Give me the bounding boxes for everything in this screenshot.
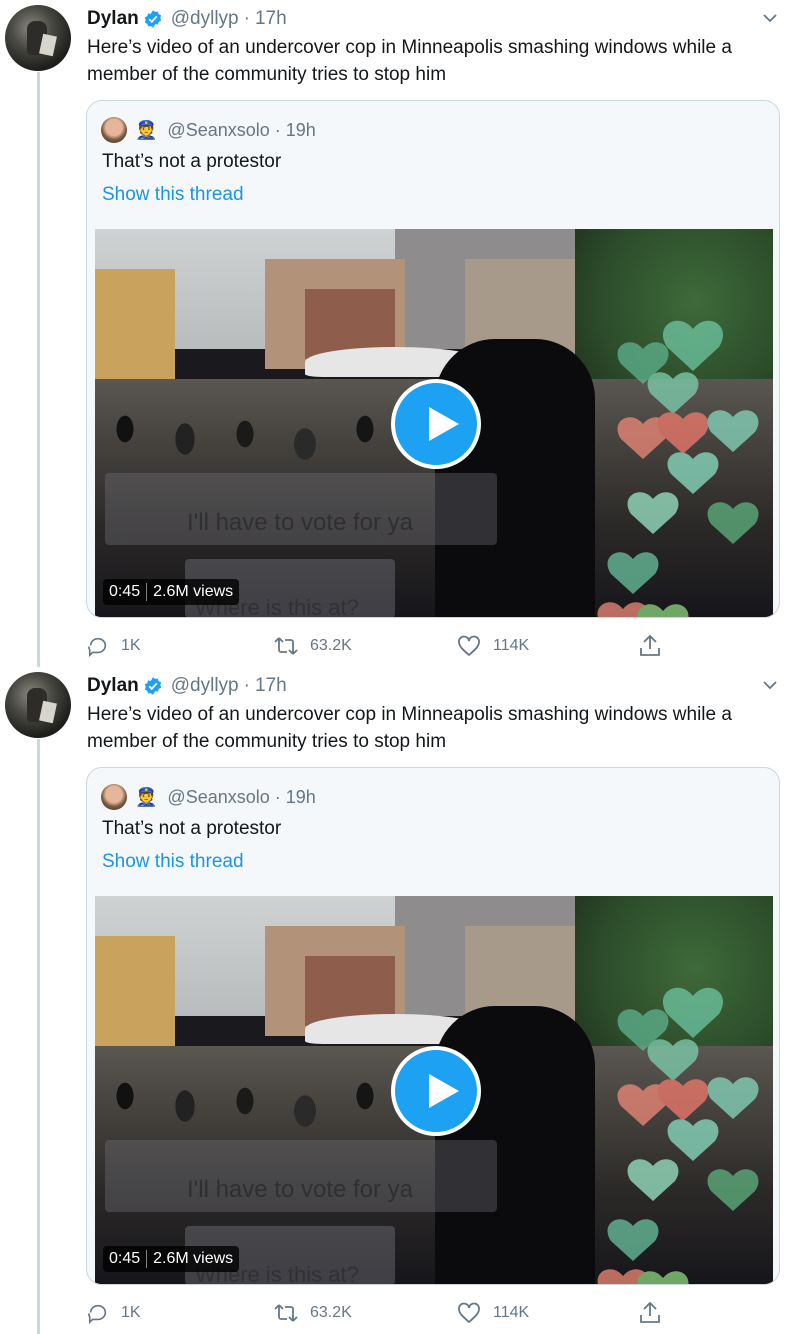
separator: · bbox=[274, 786, 281, 807]
share-icon bbox=[640, 1301, 660, 1323]
tweet-actions: 1K 63.2K 114K bbox=[87, 632, 687, 660]
separator: · bbox=[243, 675, 250, 696]
tweet-actions: 1K 63.2K 114K bbox=[87, 1299, 687, 1327]
retweet-icon bbox=[274, 1304, 298, 1322]
separator: · bbox=[243, 8, 250, 29]
tweet-header: Dylan @dyllyp · 17h bbox=[87, 6, 287, 32]
avatar[interactable] bbox=[5, 672, 71, 738]
tweet[interactable]: Dylan @dyllyp · 17h Here’s video of an u… bbox=[0, 0, 800, 667]
video-duration-badge: 0:45 2.6M views bbox=[103, 579, 240, 605]
avatar[interactable] bbox=[5, 5, 71, 71]
play-button[interactable] bbox=[391, 1046, 481, 1136]
show-thread-link[interactable]: Show this thread bbox=[102, 184, 244, 206]
chevron-down-icon[interactable] bbox=[762, 679, 778, 691]
quoted-tweet[interactable]: 👮 @Seanxsolo · 19h That’s not a protesto… bbox=[86, 100, 780, 618]
hearts-overlay bbox=[593, 269, 773, 617]
quote-text: That’s not a protestor bbox=[102, 151, 282, 172]
reply-button[interactable]: 1K bbox=[87, 1299, 141, 1327]
reply-count: 1K bbox=[121, 1304, 141, 1321]
video-views: 2.6M views bbox=[153, 583, 234, 600]
play-button[interactable] bbox=[391, 379, 481, 469]
retweet-count: 63.2K bbox=[310, 1304, 352, 1321]
separator: · bbox=[274, 119, 281, 140]
thread-line bbox=[37, 72, 40, 667]
quote-avatar bbox=[101, 784, 127, 810]
quote-timestamp: 19h bbox=[285, 786, 316, 807]
author-name[interactable]: Dylan bbox=[87, 8, 139, 30]
video-overlay-text: I'll have to vote for ya bbox=[187, 509, 414, 536]
verified-badge-icon bbox=[144, 10, 161, 28]
video-duration: 0:45 bbox=[109, 583, 141, 600]
play-icon bbox=[429, 407, 459, 441]
video-player[interactable]: I'll have to vote for ya Where is this a… bbox=[95, 229, 773, 617]
retweet-button[interactable]: 63.2K bbox=[274, 632, 352, 660]
chevron-down-icon[interactable] bbox=[762, 12, 778, 24]
hearts-overlay bbox=[593, 936, 773, 1284]
video-overlay-text: I'll have to vote for ya bbox=[187, 1176, 414, 1203]
quote-header: 👮 @Seanxsolo · 19h bbox=[101, 117, 316, 143]
quote-header: 👮 @Seanxsolo · 19h bbox=[101, 784, 316, 810]
share-button[interactable] bbox=[639, 632, 673, 660]
share-icon bbox=[640, 634, 660, 656]
tweet-text: Here’s video of an undercover cop in Min… bbox=[87, 704, 732, 752]
like-button[interactable]: 114K bbox=[457, 632, 529, 660]
show-thread-link[interactable]: Show this thread bbox=[102, 851, 244, 873]
retweet-button[interactable]: 63.2K bbox=[274, 1299, 352, 1327]
reply-count: 1K bbox=[121, 637, 141, 654]
video-views: 2.6M views bbox=[153, 1250, 234, 1267]
heart-icon bbox=[458, 1302, 480, 1324]
tweet-text: Here’s video of an undercover cop in Min… bbox=[87, 37, 732, 85]
author-name[interactable]: Dylan bbox=[87, 675, 139, 697]
quote-timestamp: 19h bbox=[285, 119, 316, 140]
like-count: 114K bbox=[493, 637, 530, 654]
author-handle[interactable]: @dyllyp bbox=[171, 8, 239, 30]
author-handle[interactable]: @dyllyp bbox=[171, 675, 239, 697]
quote-handle: @Seanxsolo bbox=[167, 786, 270, 807]
quoted-tweet[interactable]: 👮 @Seanxsolo · 19h That’s not a protesto… bbox=[86, 767, 780, 1285]
quote-handle: @Seanxsolo bbox=[167, 119, 270, 140]
thread-line bbox=[37, 739, 40, 1334]
quote-text: That’s not a protestor bbox=[102, 818, 282, 839]
like-count: 114K bbox=[493, 1304, 530, 1321]
reply-icon bbox=[88, 1304, 107, 1324]
police-officer-icon: 👮 bbox=[135, 119, 158, 140]
share-button[interactable] bbox=[639, 1299, 673, 1327]
police-officer-icon: 👮 bbox=[135, 786, 158, 807]
reply-button[interactable]: 1K bbox=[87, 632, 141, 660]
video-player[interactable]: I'll have to vote for ya Where is this a… bbox=[95, 896, 773, 1284]
play-icon bbox=[429, 1074, 459, 1108]
heart-icon bbox=[458, 635, 480, 657]
timestamp[interactable]: 17h bbox=[255, 675, 287, 697]
retweet-icon bbox=[274, 637, 298, 655]
tweet-header: Dylan @dyllyp · 17h bbox=[87, 673, 287, 699]
reply-icon bbox=[88, 637, 107, 657]
video-duration: 0:45 bbox=[109, 1250, 141, 1267]
quote-avatar bbox=[101, 117, 127, 143]
tweet[interactable]: Dylan @dyllyp · 17h Here’s video of an u… bbox=[0, 667, 800, 1334]
retweet-count: 63.2K bbox=[310, 637, 352, 654]
like-button[interactable]: 114K bbox=[457, 1299, 529, 1327]
timestamp[interactable]: 17h bbox=[255, 8, 287, 30]
video-duration-badge: 0:45 2.6M views bbox=[103, 1246, 240, 1272]
verified-badge-icon bbox=[144, 677, 161, 695]
